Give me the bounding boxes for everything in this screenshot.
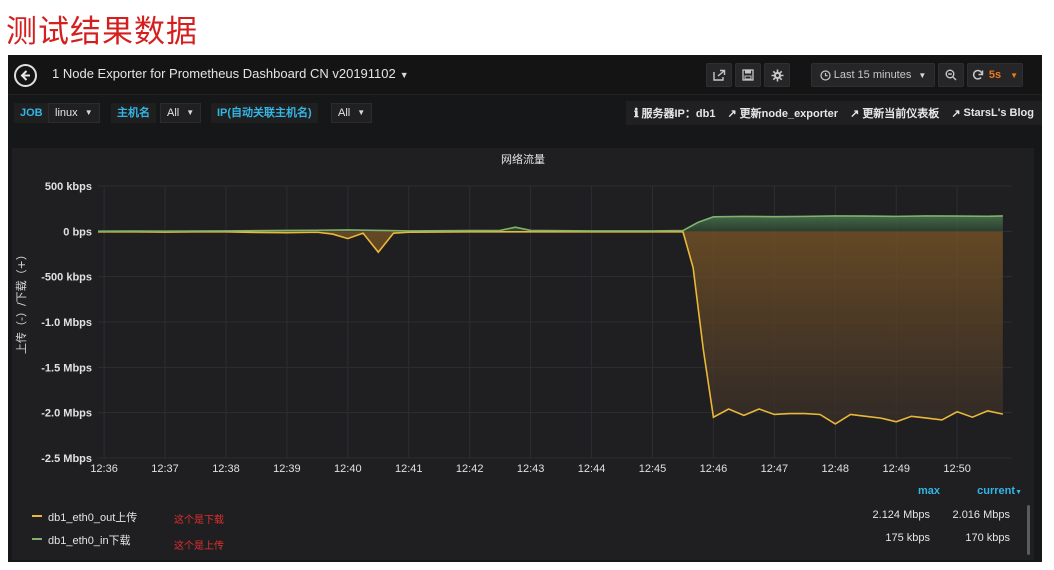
- y-tick-label: -2.0 Mbps: [41, 408, 92, 420]
- x-tick-label: 12:40: [334, 463, 362, 475]
- x-tick-label: 12:48: [822, 463, 850, 475]
- y-tick-label: -500 kbps: [41, 272, 92, 284]
- legend-scrollbar[interactable]: [1027, 505, 1030, 555]
- server-ip-link[interactable]: ℹ 服务器IP：db1: [634, 105, 716, 121]
- series-area-out: [98, 231, 1003, 424]
- series-color-swatch[interactable]: [32, 515, 42, 517]
- zoom-out-icon: [945, 69, 957, 81]
- blog-label: StarsL's Blog: [963, 107, 1034, 119]
- chevron-down-icon: ▼: [1010, 70, 1019, 80]
- chevron-down-icon: ▼: [357, 108, 366, 118]
- x-tick-label: 12:45: [639, 463, 667, 475]
- x-tick-label: 12:38: [212, 463, 240, 475]
- series-max-value: 2.124 Mbps: [872, 509, 930, 521]
- x-tick-label: 12:44: [578, 463, 606, 475]
- gear-icon: [771, 69, 783, 81]
- time-range-picker[interactable]: Last 15 minutes ▼: [811, 63, 935, 87]
- series-current-value: 2.016 Mbps: [952, 509, 1010, 521]
- dashboard-title: 1 Node Exporter for Prometheus Dashboard…: [52, 66, 396, 81]
- legend-current-label: current: [977, 485, 1016, 497]
- annotation-note: 这个是上传: [174, 541, 224, 552]
- y-axis-title: 上传（-）/下载（+）: [15, 249, 28, 354]
- job-variable-value: linux: [55, 107, 78, 119]
- save-dashboard-button[interactable]: [735, 63, 761, 87]
- share-button[interactable]: [706, 63, 732, 87]
- ip-variable-label: IP(自动关联主机名): [211, 103, 318, 123]
- legend-row[interactable]: db1_eth0_out上传 这个是下载 2.124 Mbps 2.016 Mb…: [12, 505, 1018, 527]
- host-variable-value: All: [167, 107, 180, 119]
- update-exporter-link[interactable]: ↗ 更新node_exporter: [727, 105, 838, 121]
- host-variable-label: 主机名: [111, 103, 156, 123]
- dashboard-navbar: 1 Node Exporter for Prometheus Dashboard…: [8, 55, 1042, 95]
- info-icon: ℹ: [633, 106, 639, 120]
- y-tick-label: -2.5 Mbps: [41, 453, 92, 465]
- refresh-picker[interactable]: 5s ▼: [967, 63, 1023, 87]
- annotation-note: 这个是下载: [174, 515, 224, 526]
- host-variable-select[interactable]: All ▼: [160, 103, 202, 123]
- x-tick-label: 12:42: [456, 463, 484, 475]
- y-tick-label: -1.0 Mbps: [41, 317, 92, 329]
- series-area-in: [98, 215, 1003, 232]
- x-tick-label: 12:43: [517, 463, 545, 475]
- x-tick-label: 12:41: [395, 463, 423, 475]
- grafana-screenshot: 1 Node Exporter for Prometheus Dashboard…: [8, 55, 1042, 562]
- series-current-value: 170 kbps: [965, 532, 1010, 544]
- x-tick-label: 12:37: [151, 463, 179, 475]
- series-name[interactable]: db1_eth0_out上传: [48, 509, 137, 525]
- time-range-label: Last 15 minutes: [833, 69, 912, 81]
- y-tick-label: -1.5 Mbps: [41, 362, 92, 374]
- series-max-value: 175 kbps: [885, 532, 930, 544]
- ip-variable-value: All: [338, 107, 351, 119]
- settings-button[interactable]: [764, 63, 790, 87]
- update-dashboard-link[interactable]: ↗ 更新当前仪表板: [850, 105, 939, 121]
- back-icon[interactable]: [14, 64, 37, 87]
- page-caption: 测试结果数据: [6, 14, 198, 50]
- ip-variable-select[interactable]: All ▼: [331, 103, 373, 123]
- sort-down-icon: ▼: [1015, 489, 1022, 496]
- y-tick-label: 0 bps: [63, 226, 92, 238]
- update-exporter-label: 更新node_exporter: [739, 108, 839, 120]
- x-tick-label: 12:46: [700, 463, 728, 475]
- series-color-swatch[interactable]: [32, 538, 42, 540]
- x-tick-label: 12:47: [761, 463, 789, 475]
- external-link-icon: ↗: [850, 107, 860, 120]
- x-tick-label: 12:50: [943, 463, 971, 475]
- template-variables-row: JOB linux ▼ 主机名 All ▼ IP(自动关联主机名) All ▼ …: [8, 99, 1042, 127]
- clock-icon: [820, 69, 831, 81]
- legend-max-header[interactable]: max: [918, 485, 940, 497]
- external-link-icon: ↗: [727, 107, 737, 120]
- share-icon: [712, 69, 725, 81]
- legend-current-header[interactable]: current▼: [977, 485, 1022, 497]
- legend-row[interactable]: db1_eth0_in下载 这个是上传 175 kbps 170 kbps: [12, 528, 1018, 552]
- job-variable-label: JOB: [14, 103, 49, 123]
- chevron-down-icon: ▼: [399, 69, 409, 80]
- x-tick-label: 12:49: [882, 463, 910, 475]
- save-icon: [742, 69, 754, 81]
- update-dashboard-label: 更新当前仪表板: [862, 108, 940, 120]
- series-name[interactable]: db1_eth0_in下载: [48, 532, 131, 548]
- dashboard-title-dropdown[interactable]: 1 Node Exporter for Prometheus Dashboard…: [52, 66, 409, 81]
- y-tick-label: 500 kbps: [45, 181, 92, 193]
- x-tick-label: 12:39: [273, 463, 301, 475]
- chevron-down-icon: ▼: [918, 70, 927, 80]
- dashboard-links: ℹ 服务器IP：db1 ↗ 更新node_exporter ↗ 更新当前仪表板 …: [625, 101, 1042, 125]
- network-traffic-panel: 网络流量 500 kbps 0 bps -500 kbps -1.0 Mbps -1.5…: [12, 148, 1034, 560]
- job-variable-select[interactable]: linux ▼: [48, 103, 100, 123]
- network-traffic-chart: 500 kbps 0 bps -500 kbps -1.0 Mbps -1.5 Mbps…: [41, 181, 1012, 475]
- blog-link[interactable]: ↗ StarsL's Blog: [951, 107, 1034, 120]
- external-link-icon: ↗: [951, 107, 961, 120]
- chevron-down-icon: ▼: [84, 108, 93, 118]
- refresh-icon: [972, 69, 984, 80]
- zoom-out-button[interactable]: [938, 63, 964, 87]
- refresh-interval-label: 5s: [988, 69, 1002, 81]
- chevron-down-icon: ▼: [186, 108, 195, 118]
- x-tick-label: 12:36: [90, 463, 118, 475]
- server-ip-label: 服务器IP：db1: [641, 108, 716, 120]
